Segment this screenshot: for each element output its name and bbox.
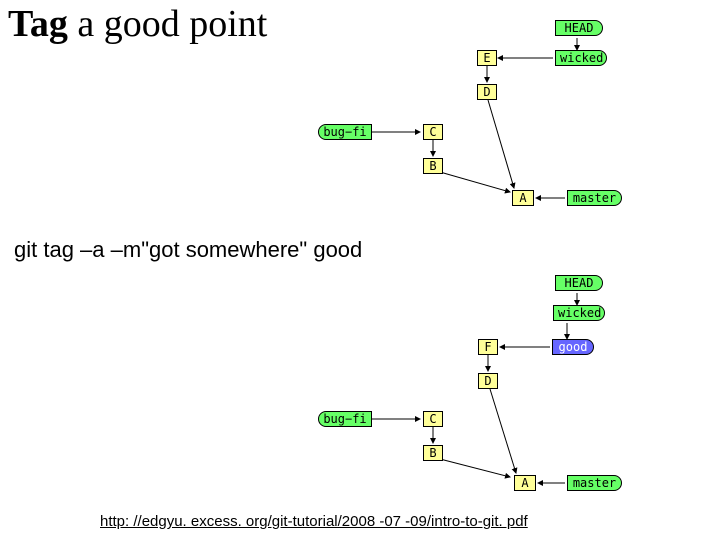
- ref-master: master: [567, 190, 622, 206]
- ref-head: HEAD: [555, 20, 603, 36]
- ref-bugfi: bug−fi: [318, 124, 372, 140]
- tag-good: good: [552, 339, 594, 355]
- commit-A: A: [514, 475, 536, 491]
- git-command: git tag –a –m"got somewhere" good: [14, 237, 362, 263]
- title-bold: Tag: [8, 3, 68, 45]
- commit-B: B: [423, 445, 443, 461]
- ref-wicked: wicked: [553, 305, 605, 321]
- commit-C: C: [423, 411, 443, 427]
- diagram-before-tag: HEAD wicked E D bug−fi C B A master: [270, 20, 690, 235]
- ref-wicked: wicked: [555, 50, 607, 66]
- commit-D: D: [477, 84, 497, 100]
- commit-A: A: [512, 190, 534, 206]
- commit-C: C: [423, 124, 443, 140]
- commit-B: B: [423, 158, 443, 174]
- ref-master: master: [567, 475, 622, 491]
- commit-D: D: [478, 373, 498, 389]
- title-rest: a good point: [68, 3, 267, 45]
- commit-F: F: [478, 339, 498, 355]
- slide-title: Tag a good point: [8, 2, 267, 46]
- source-link[interactable]: http: //edgyu. excess. org/git-tutorial/…: [100, 513, 528, 530]
- diagram-after-tag: HEAD wicked good F D bug−fi C B A master: [270, 275, 690, 500]
- ref-head: HEAD: [555, 275, 603, 291]
- ref-bugfi: bug−fi: [318, 411, 372, 427]
- commit-E: E: [477, 50, 497, 66]
